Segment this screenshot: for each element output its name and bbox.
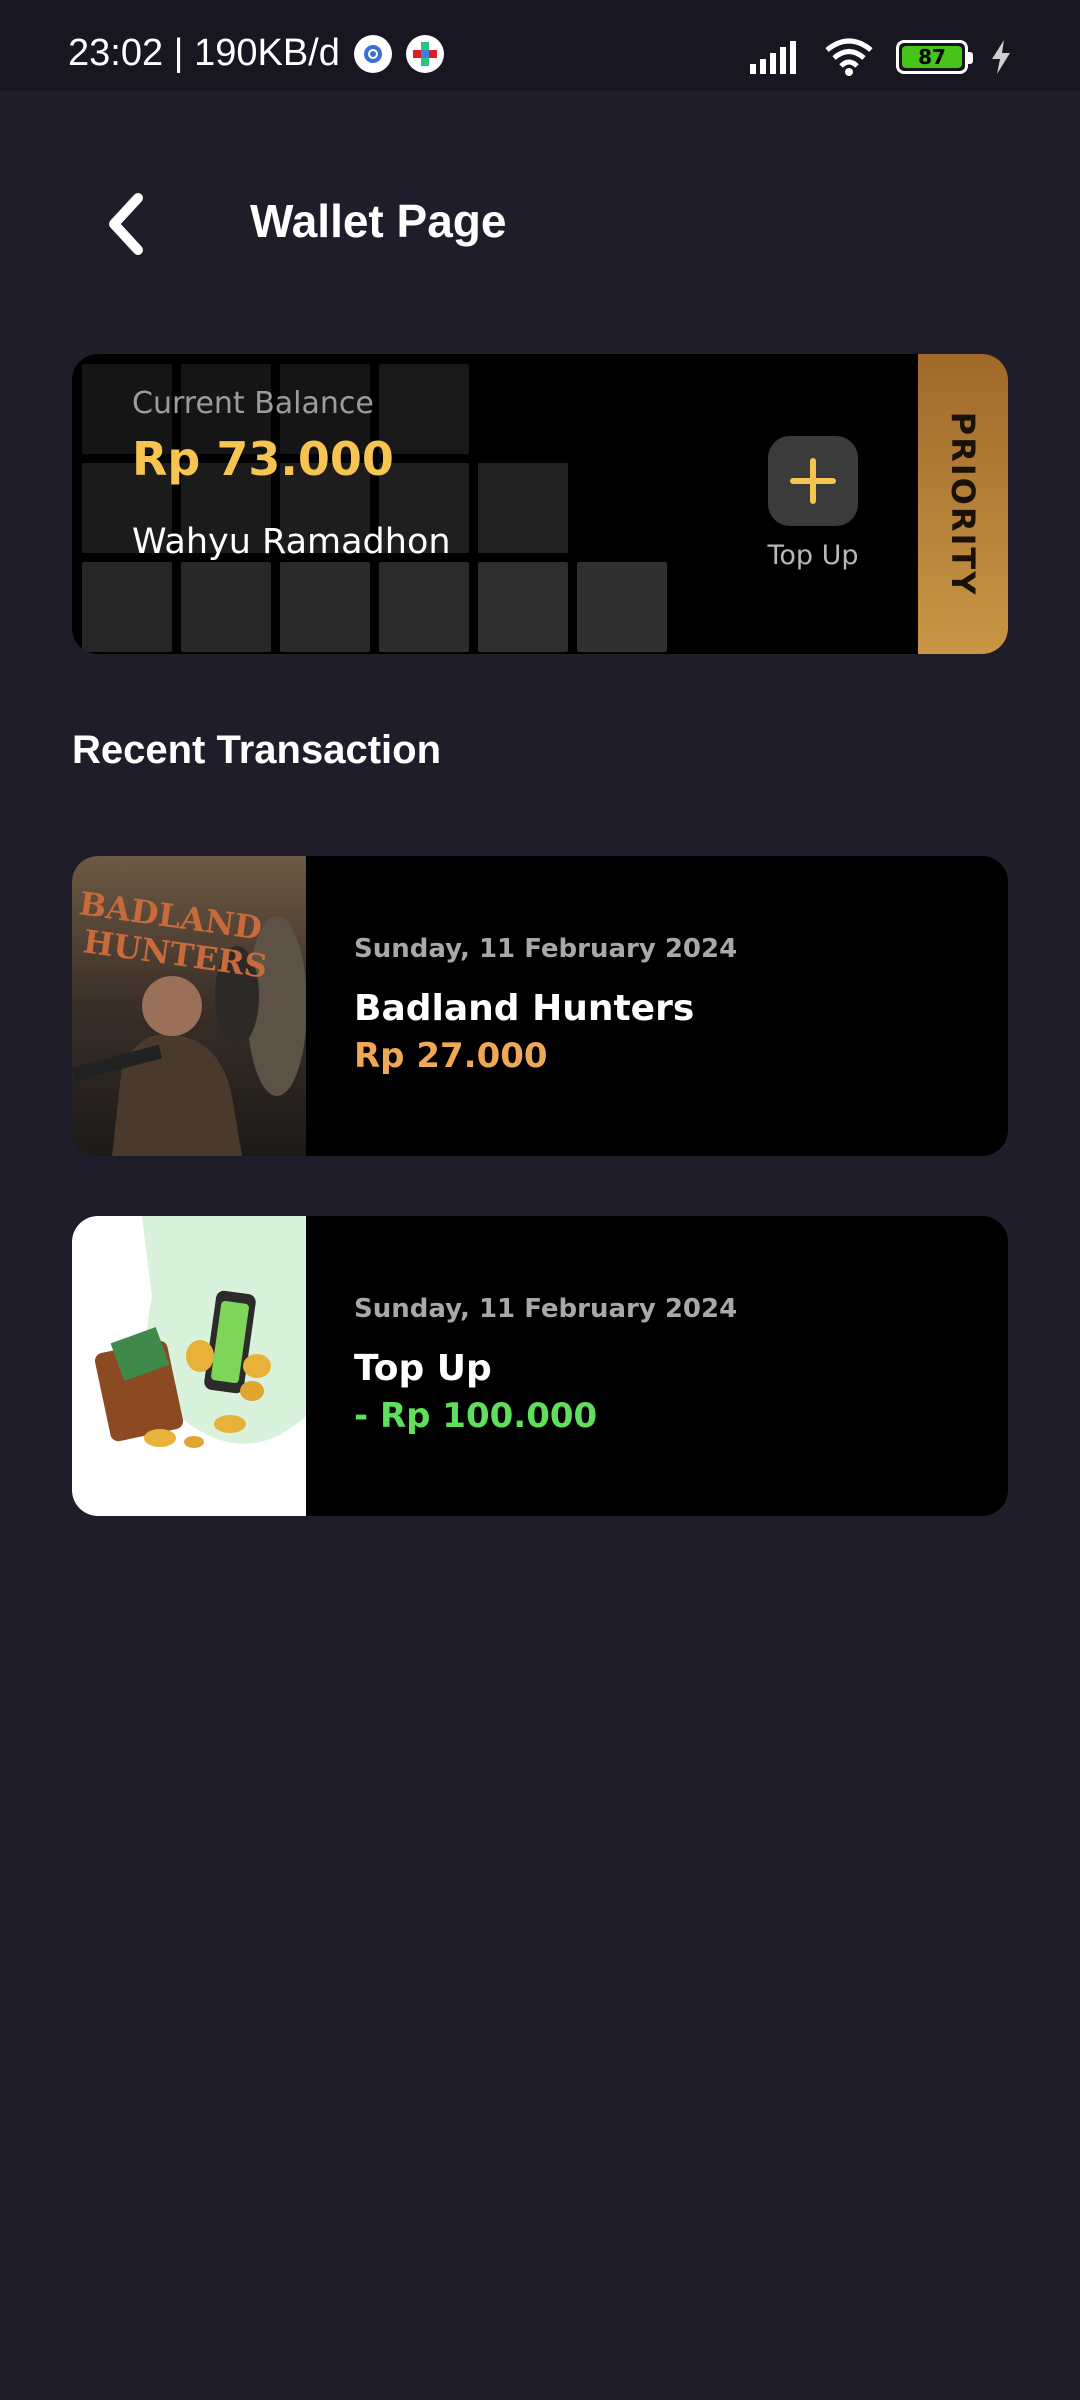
app-status-icon [405, 34, 444, 73]
settings-status-icon [353, 34, 392, 73]
balance-amount: Rp 73.000 [132, 432, 394, 486]
battery-level: 87 [902, 46, 962, 68]
chevron-left-icon [109, 193, 143, 255]
status-bar: 23:02 | 190KB/d 87 [0, 0, 1080, 90]
transaction-item[interactable]: BADLAND HUNTERS Sunday, 11 February 2024… [72, 856, 1008, 1156]
transaction-title: Top Up [354, 1348, 492, 1389]
status-time: 23:02 | 190KB/d [68, 32, 340, 74]
transaction-title: Badland Hunters [354, 988, 695, 1029]
top-up-label[interactable]: Top Up [732, 540, 894, 571]
transaction-date: Sunday, 11 February 2024 [354, 1294, 738, 1324]
plus-icon [790, 458, 836, 504]
section-title: Recent Transaction [72, 728, 442, 772]
balance-label: Current Balance [132, 386, 374, 421]
signal-icon [750, 41, 796, 74]
wifi-icon [825, 38, 873, 76]
account-holder-name: Wahyu Ramadhon [132, 522, 451, 562]
transaction-amount: Rp 27.000 [354, 1036, 548, 1076]
charging-icon [992, 40, 1010, 74]
priority-badge: PRIORITY [918, 354, 1008, 654]
back-button[interactable] [96, 188, 166, 260]
transaction-amount: - Rp 100.000 [354, 1396, 598, 1436]
header: Wallet Page [0, 180, 1080, 270]
priority-label: PRIORITY [944, 411, 982, 597]
wallet-topup-image [72, 1216, 306, 1516]
page-title: Wallet Page [250, 195, 507, 247]
transaction-date: Sunday, 11 February 2024 [354, 934, 738, 964]
balance-card: Current Balance Rp 73.000 Wahyu Ramadhon… [72, 354, 1008, 654]
movie-poster-image: BADLAND HUNTERS [72, 856, 306, 1156]
transaction-item[interactable]: Sunday, 11 February 2024 Top Up - Rp 100… [72, 1216, 1008, 1516]
battery-icon: 87 [896, 40, 973, 74]
top-up-button[interactable] [768, 436, 858, 526]
